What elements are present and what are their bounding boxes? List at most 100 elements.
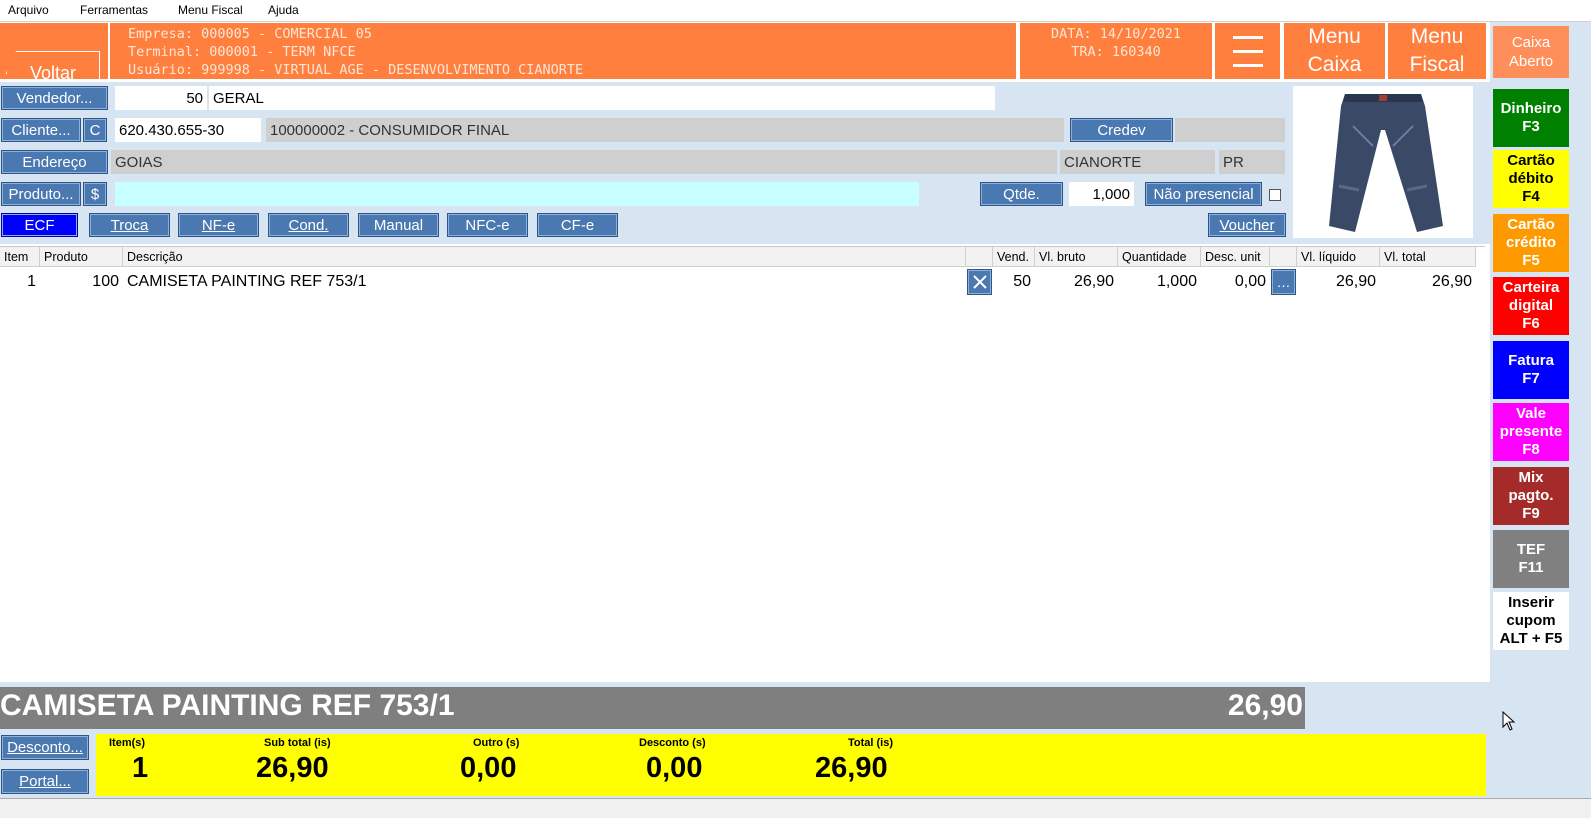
payment-label-line: F6 (1522, 315, 1540, 332)
produto-input[interactable] (115, 182, 919, 206)
vendedor-button[interactable]: Vendedor... (1, 86, 108, 110)
col-header-vend: Vend. (993, 247, 1035, 267)
menu-bar: Arquivo Ferramentas Menu Fiscal Ajuda (0, 0, 1591, 22)
col-header-vl-liquido: Vl. líquido (1297, 247, 1380, 267)
col-header-item: Item (0, 247, 40, 267)
pay-tef-button[interactable]: TEF F11 (1493, 530, 1569, 588)
endereco-button[interactable]: Endereço (1, 150, 108, 174)
payment-label-line: Mix (1518, 469, 1544, 486)
vendedor-code-input[interactable]: 50 (115, 86, 207, 110)
caixa-status-line2: Aberto (1508, 53, 1554, 70)
payment-label-line: presente (1499, 423, 1563, 440)
items-value: 1 (132, 752, 149, 784)
menu-caixa-button[interactable]: Menu Caixa (1284, 23, 1385, 79)
menu-menu-fiscal[interactable]: Menu Fiscal (178, 3, 243, 17)
menu-fiscal-line2: Fiscal (1409, 53, 1465, 76)
total-value: 26,90 (815, 752, 888, 784)
col-header-vl-bruto: Vl. bruto (1035, 247, 1118, 267)
cliente-cpf-input[interactable]: 620.430.655-30 (115, 118, 261, 142)
payment-label-line: débito (1508, 170, 1554, 187)
outro-label: Outro (s) (473, 737, 520, 749)
current-product-banner: CAMISETA PAINTING REF 753/1 26,90 (0, 687, 1305, 729)
empresa-text: Empresa: 000005 - COMERCIAL 05 (128, 26, 372, 42)
payment-label-line: digital (1508, 297, 1554, 314)
cliente-name-field: 100000002 - CONSUMIDOR FINAL (266, 118, 1064, 142)
cell-quantidade: 1,000 (1156, 273, 1197, 290)
tab-nfe[interactable]: NF-e (178, 213, 259, 237)
nao-presencial-checkbox[interactable] (1269, 189, 1281, 201)
col-header-descricao: Descrição (123, 247, 966, 267)
delete-item-button[interactable] (967, 269, 992, 295)
pay-mix-pagto-button[interactable]: Mix pagto. F9 (1493, 467, 1569, 525)
close-icon (972, 275, 987, 289)
date-info: DATA: 14/10/2021 TRA: 160340 (1020, 23, 1212, 79)
payment-label-line: F8 (1522, 441, 1540, 458)
menu-ferramentas[interactable]: Ferramentas (80, 3, 148, 17)
outro-value: 0,00 (460, 752, 517, 784)
pay-vale-presente-button[interactable]: Vale presente F8 (1493, 403, 1569, 461)
payment-label-line: F4 (1522, 188, 1540, 205)
qtde-input[interactable]: 1,000 (1069, 182, 1134, 206)
payment-label-line: Vale (1515, 405, 1547, 422)
credev-value-field (1175, 118, 1285, 142)
vendedor-name-field: GERAL (209, 86, 995, 110)
tra-text: TRA: 160340 (1071, 44, 1161, 60)
col-header-vl-total: Vl. total (1380, 247, 1476, 267)
inserir-cupom-button[interactable]: Inserir cupom ALT + F5 (1493, 592, 1569, 650)
hamburger-button[interactable] (1215, 23, 1280, 79)
inserir-cupom-button-label: Inserir cupom ALT + F5 (1500, 594, 1563, 648)
session-info: Empresa: 000005 - COMERCIAL 05 Terminal:… (110, 23, 1016, 79)
desconto-button[interactable]: Desconto... (1, 735, 89, 760)
pay-dinheiro-button[interactable]: Dinheiro F3 (1493, 89, 1569, 147)
produto-button[interactable]: Produto... (1, 182, 81, 206)
col-header-quantidade: Quantidade (1118, 247, 1201, 267)
pay-tef-button-label: TEF F11 (1517, 541, 1545, 577)
pay-carteira-digital-button-label: Carteira digital F6 (1503, 279, 1560, 333)
tab-troca[interactable]: Troca (89, 213, 170, 237)
credev-button[interactable]: Credev (1070, 118, 1173, 142)
payment-label-line: ALT + F5 (1499, 630, 1563, 647)
caixa-status-line1: Caixa (1511, 34, 1551, 51)
preco-button[interactable]: $ (83, 182, 107, 206)
menu-fiscal-button[interactable]: Menu Fiscal (1388, 23, 1486, 79)
payment-label-line: F3 (1522, 118, 1540, 135)
cursor-icon (1502, 711, 1516, 731)
item-more-button[interactable]: … (1271, 269, 1296, 295)
payment-label-line: Cartão (1507, 216, 1555, 233)
menu-arquivo[interactable]: Arquivo (8, 3, 49, 17)
pay-cartao-debito-button[interactable]: Cartão débito F4 (1493, 150, 1569, 208)
cell-descricao: CAMISETA PAINTING REF 753/1 (127, 273, 367, 290)
pay-cartao-credito-button[interactable]: Cartão crédito F5 (1493, 214, 1569, 272)
date-text: DATA: 14/10/2021 (1050, 26, 1182, 42)
portal-button[interactable]: Portal... (1, 769, 89, 794)
pay-fatura-button-label: Fatura F7 (1508, 352, 1554, 388)
payment-label-line: F9 (1522, 505, 1540, 522)
tab-ecf[interactable]: ECF (1, 213, 78, 237)
cell-vend: 50 (1013, 273, 1031, 290)
nao-presencial-button[interactable]: Não presencial (1145, 182, 1262, 206)
voucher-button[interactable]: Voucher (1208, 213, 1286, 237)
pay-fatura-button[interactable]: Fatura F7 (1493, 341, 1569, 399)
cell-vl-liquido: 26,90 (1335, 273, 1376, 290)
tab-cond[interactable]: Cond. (268, 213, 349, 237)
menu-caixa-line1: Menu (1308, 25, 1361, 48)
pay-vale-presente-button-label: Vale presente F8 (1500, 405, 1563, 459)
tab-manual[interactable]: Manual (358, 213, 439, 237)
qtde-button[interactable]: Qtde. (980, 182, 1063, 206)
menu-ajuda[interactable]: Ajuda (268, 3, 299, 17)
desconto-total-label: Desconto (s) (639, 737, 706, 749)
cell-desc-unit: 0,00 (1234, 273, 1266, 290)
payment-label-line: crédito (1505, 234, 1556, 251)
tab-cfe[interactable]: CF-e (537, 213, 618, 237)
pay-carteira-digital-button[interactable]: Carteira digital F6 (1493, 277, 1569, 335)
cliente-button[interactable]: Cliente... (1, 118, 81, 142)
payment-label-line: F5 (1522, 252, 1540, 269)
pay-cartao-debito-button-label: Cartão débito F4 (1507, 152, 1555, 206)
col-header-more (1270, 247, 1297, 267)
tab-nfce[interactable]: NFC-e (447, 213, 528, 237)
total-label: Total (is) (848, 737, 894, 749)
payment-label-line: Cartão (1507, 152, 1555, 169)
items-label: Item(s) (109, 737, 146, 749)
cliente-c-button[interactable]: C (83, 118, 107, 142)
status-bar (0, 798, 1591, 818)
